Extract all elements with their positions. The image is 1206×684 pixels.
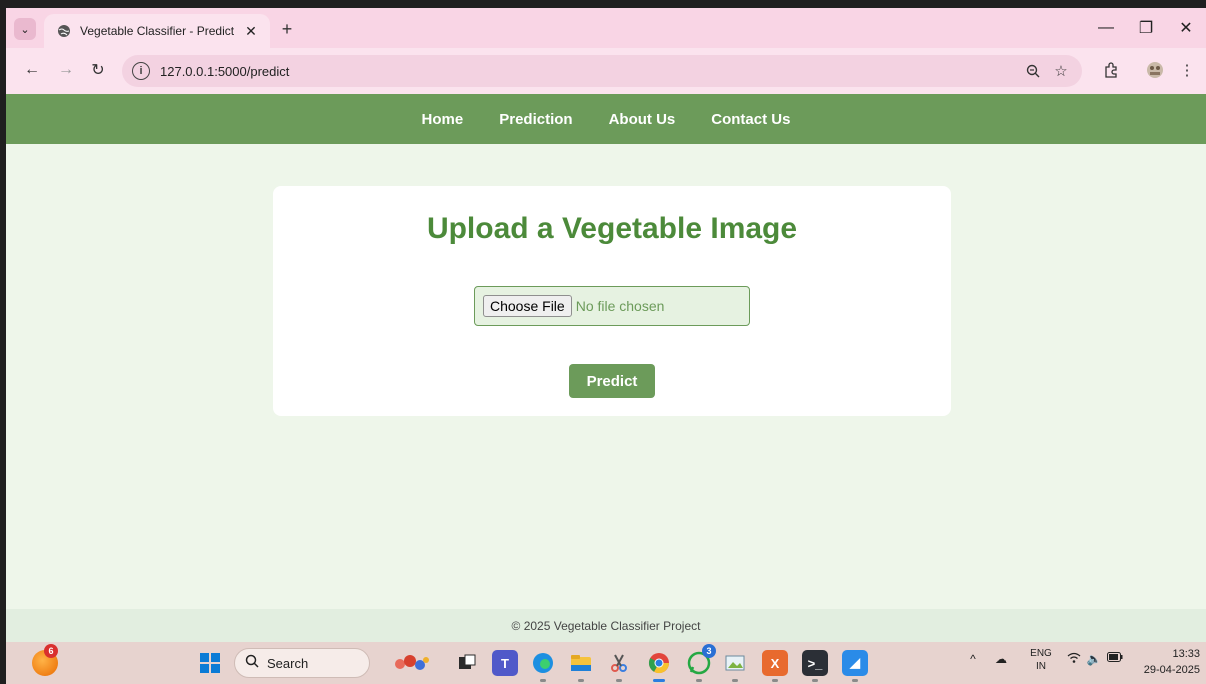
site-navbar: Home Prediction About Us Contact Us [6,94,1206,144]
whatsapp-badge: 3 [702,644,716,658]
xampp-app-icon[interactable]: X [762,650,788,682]
profile-avatar[interactable] [1144,59,1166,81]
reload-icon[interactable]: ↻ [86,58,110,82]
chevron-up-icon[interactable]: ^ [966,652,980,666]
url-text: 127.0.0.1:5000/predict [160,63,290,79]
snipping-tool-icon[interactable] [606,650,632,682]
file-input[interactable]: Choose File No file chosen [474,286,750,326]
tab-vegetable-classifier[interactable]: Vegetable Classifier - Predict ✕ [44,14,270,48]
restore-button[interactable]: ❐ [1126,16,1166,40]
nav-home-link[interactable]: Home [422,111,464,128]
language-code: ENG [1030,648,1052,659]
running-indicator [732,679,738,682]
close-window-button[interactable]: ✕ [1166,16,1206,40]
new-tab-button[interactable]: + [276,18,298,40]
windows-start-icon[interactable] [200,653,220,673]
extensions-icon[interactable] [1100,59,1122,81]
running-indicator [772,679,778,682]
menu-kebab-icon[interactable]: ⋮ [1176,59,1198,81]
windows-taskbar: 6 Search T 3 X >_ ◢ ^ ☁ ENG IN 🔈 13:33 2… [6,642,1206,684]
site-footer: © 2025 Vegetable Classifier Project [6,609,1206,642]
forward-arrow-icon[interactable]: → [54,58,78,82]
file-status-text: No file chosen [575,298,665,314]
clock-time: 13:33 [1172,648,1200,660]
volume-icon[interactable]: 🔈 [1086,652,1102,666]
nav-contact-link[interactable]: Contact Us [711,111,790,128]
nav-prediction-link[interactable]: Prediction [499,111,572,128]
file-explorer-icon[interactable] [568,650,594,682]
language-indicator[interactable]: ENG IN [1028,647,1054,673]
running-indicator [653,679,665,682]
page-viewport: Home Prediction About Us Contact Us Uplo… [6,94,1206,642]
wifi-icon[interactable] [1066,652,1082,664]
minimize-button[interactable]: — [1086,16,1126,40]
globe-icon [56,23,72,39]
task-view-icon[interactable] [454,650,480,676]
teams-app-icon[interactable]: T [492,650,518,676]
onedrive-cloud-icon[interactable]: ☁ [992,652,1010,666]
chrome-app-icon[interactable] [646,650,672,682]
nav-about-link[interactable]: About Us [609,111,676,128]
terminal-app-icon[interactable]: >_ [802,650,828,682]
system-clock[interactable]: 13:33 29-04-2025 [1134,646,1200,678]
edge-app-icon[interactable] [530,650,556,682]
image-editor-icon[interactable] [722,650,748,682]
clock-date: 29-04-2025 [1143,664,1200,676]
address-bar[interactable]: i 127.0.0.1:5000/predict [122,55,1082,87]
widgets-app-icon[interactable] [392,650,432,676]
predict-button[interactable]: Predict [569,364,655,398]
running-indicator [852,679,858,682]
running-indicator [578,679,584,682]
running-indicator [616,679,622,682]
tab-title: Vegetable Classifier - Predict [80,24,235,38]
tab-strip: ⌄ Vegetable Classifier - Predict ✕ + — ❐… [6,8,1206,48]
browser-toolbar: ← → ↻ i 127.0.0.1:5000/predict ☆ ⋮ [6,48,1206,94]
taskbar-search-box[interactable]: Search [234,648,370,678]
choose-file-button[interactable]: Choose File [483,295,572,317]
upload-card: Upload a Vegetable Image Choose File No … [273,186,951,416]
search-icon [245,654,259,672]
tab-search-button[interactable]: ⌄ [14,18,36,40]
region-code: IN [1036,661,1046,672]
running-indicator [812,679,818,682]
bookmark-star-icon[interactable]: ☆ [1052,62,1070,80]
back-arrow-icon[interactable]: ← [20,58,44,82]
notification-badge: 6 [44,644,58,658]
battery-icon[interactable] [1106,652,1124,662]
search-label: Search [267,655,309,671]
browser-window: ⌄ Vegetable Classifier - Predict ✕ + — ❐… [6,8,1206,684]
page-title: Upload a Vegetable Image [426,212,798,245]
chevron-down-icon: ⌄ [20,23,30,36]
running-indicator [540,679,546,682]
running-indicator [696,679,702,682]
close-icon[interactable]: ✕ [242,23,260,40]
photos-app-icon[interactable]: ◢ [842,650,868,682]
zoom-icon[interactable] [1024,62,1042,80]
site-info-icon[interactable]: i [132,62,150,80]
